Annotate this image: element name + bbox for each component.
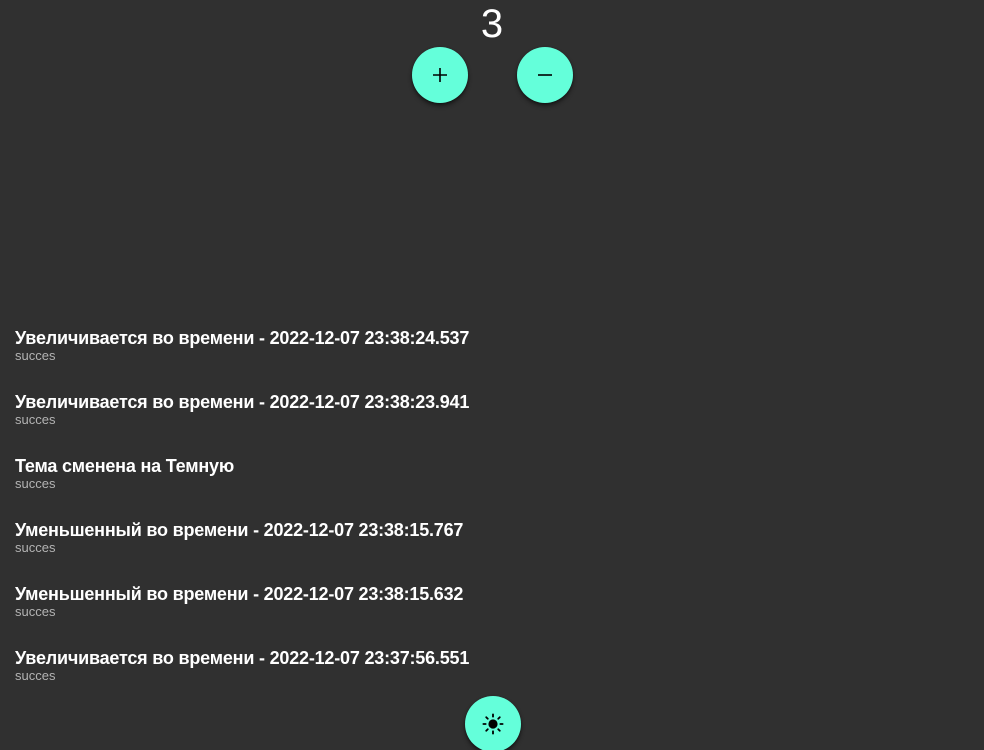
counter-value: 3 bbox=[480, 2, 504, 46]
log-status: succes bbox=[15, 604, 56, 619]
increment-button[interactable] bbox=[412, 47, 468, 103]
log-title: Увеличивается во времени - 2022-12-07 23… bbox=[15, 392, 470, 412]
log-status: succes bbox=[15, 668, 56, 683]
log-status: succes bbox=[15, 476, 56, 491]
log-title: Тема сменена на Темную bbox=[15, 456, 234, 476]
log-status: succes bbox=[15, 412, 56, 427]
plus-icon bbox=[433, 68, 447, 82]
list-item: Увеличивается во времени - 2022-12-07 23… bbox=[15, 390, 955, 454]
decrement-button[interactable] bbox=[517, 47, 573, 103]
log-title: Уменьшенный во времени - 2022-12-07 23:3… bbox=[15, 520, 464, 540]
app-root: 3 Увеличивается во времени - 2022-12-07 … bbox=[0, 0, 984, 750]
log-title: Уменьшенный во времени - 2022-12-07 23:3… bbox=[15, 584, 464, 604]
list-item: Уменьшенный во времени - 2022-12-07 23:3… bbox=[15, 518, 955, 582]
log-status: succes bbox=[15, 348, 56, 363]
theme-toggle-button[interactable] bbox=[465, 696, 521, 750]
sun-icon bbox=[482, 713, 504, 735]
list-item: Увеличивается во времени - 2022-12-07 23… bbox=[15, 326, 955, 390]
log-status: succes bbox=[15, 540, 56, 555]
log-list: Увеличивается во времени - 2022-12-07 23… bbox=[15, 326, 955, 710]
log-title: Увеличивается во времени - 2022-12-07 23… bbox=[15, 328, 470, 348]
log-title: Увеличивается во времени - 2022-12-07 23… bbox=[15, 648, 470, 668]
minus-icon bbox=[538, 74, 552, 76]
list-item: Тема сменена на Темную succes bbox=[15, 454, 955, 518]
list-item: Уменьшенный во времени - 2022-12-07 23:3… bbox=[15, 582, 955, 646]
